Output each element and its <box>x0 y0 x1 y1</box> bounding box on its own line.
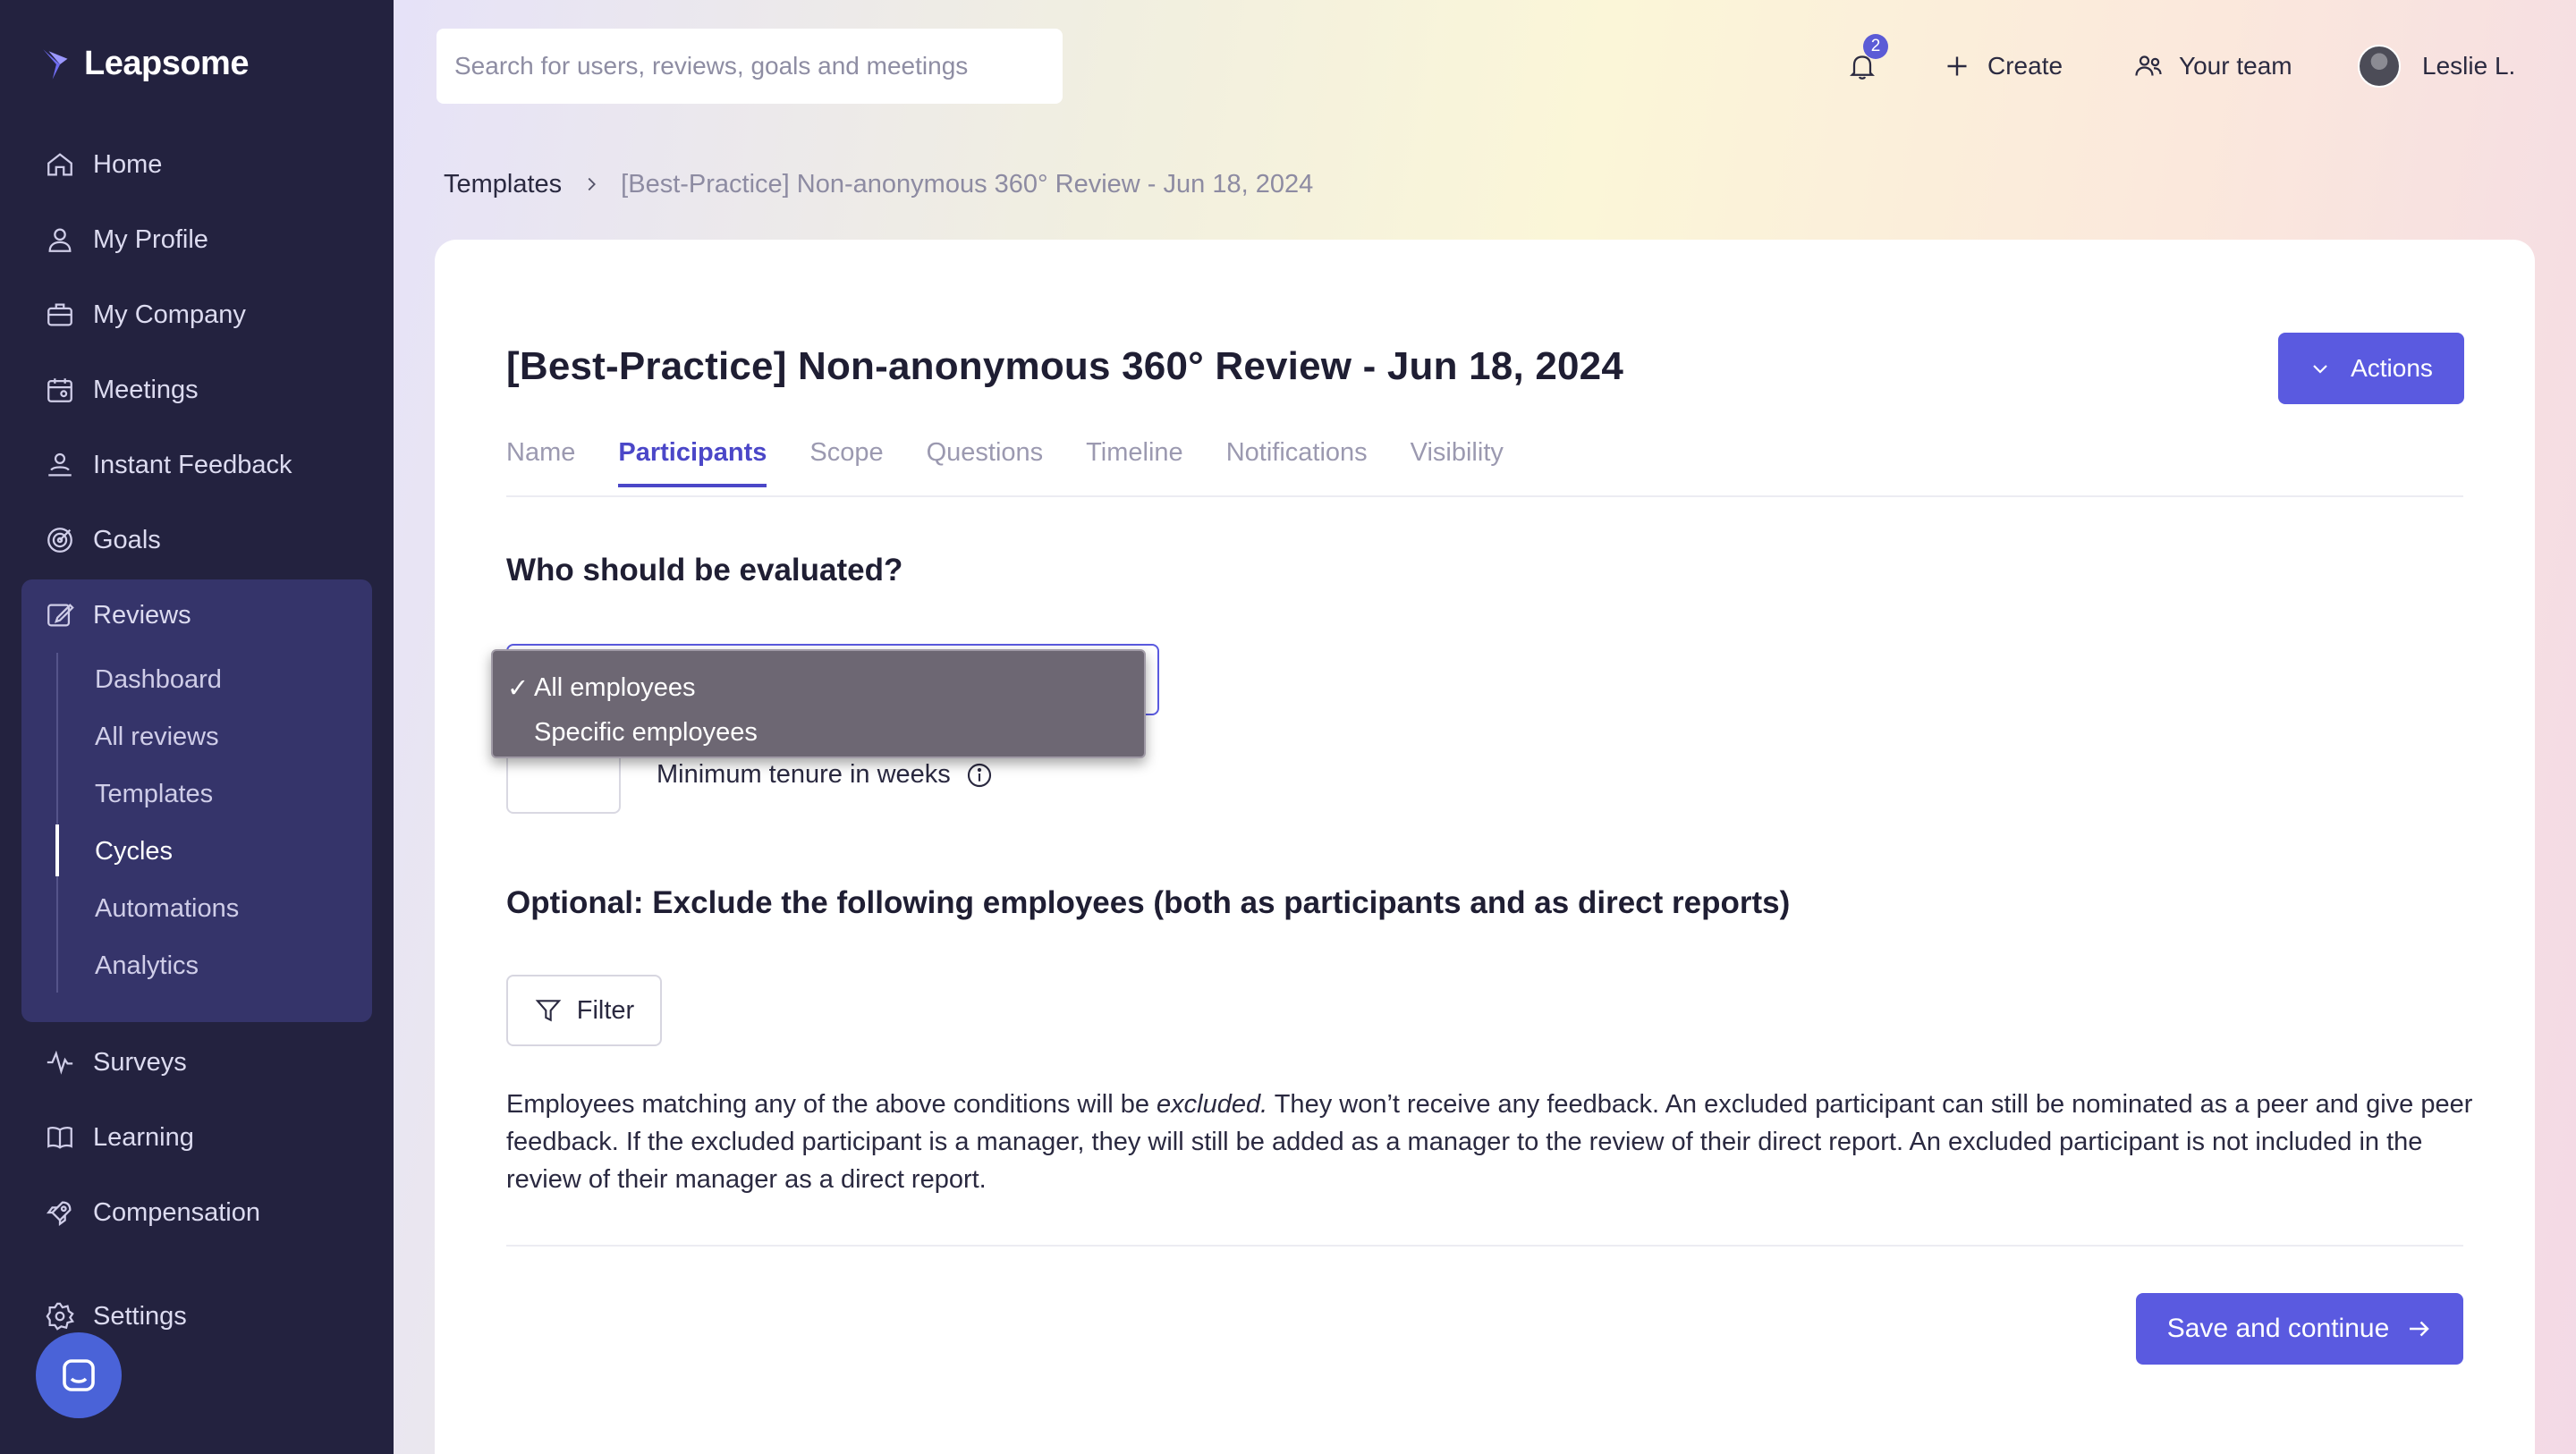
sidebar-item-surveys[interactable]: Surveys <box>21 1030 372 1095</box>
save-label: Save and continue <box>2166 1314 2390 1343</box>
tab-questions[interactable]: Questions <box>927 438 1044 487</box>
sidebar-item-label: Home <box>93 149 163 179</box>
avatar[interactable] <box>2358 45 2401 88</box>
content-card <box>435 240 2535 1454</box>
description-emphasis: excluded. <box>1157 1090 1268 1119</box>
sidebar-item-label: Compensation <box>93 1197 260 1227</box>
create-label: Create <box>1987 52 2063 80</box>
sidebar-item-label: My Profile <box>93 224 208 254</box>
sidebar-item-instant-feedback[interactable]: Instant Feedback <box>21 433 372 497</box>
tab-scope[interactable]: Scope <box>809 438 883 487</box>
info-icon[interactable] <box>965 761 994 790</box>
tab-participants[interactable]: Participants <box>618 438 767 487</box>
breadcrumb-templates-link[interactable]: Templates <box>444 170 562 199</box>
tab-visibility[interactable]: Visibility <box>1411 438 1504 487</box>
target-icon <box>47 528 72 553</box>
plus-icon <box>1947 56 1967 76</box>
sidebar-subitem-analytics[interactable]: Analytics <box>95 943 199 988</box>
exclude-title: Optional: Exclude the following employee… <box>506 885 1791 920</box>
save-and-continue-button[interactable]: Save and continue <box>2136 1293 2463 1365</box>
team-icon <box>2135 55 2162 76</box>
breadcrumb-current: [Best-Practice] Non-anonymous 360° Revie… <box>621 169 1314 199</box>
sidebar-item-label: Learning <box>93 1122 194 1152</box>
sidebar: Leapsome Home My Profile My Company Meet… <box>0 0 394 1454</box>
tab-timeline[interactable]: Timeline <box>1086 438 1183 487</box>
checkmark-icon: ✓ <box>507 673 530 703</box>
user-menu[interactable]: Leslie L. <box>2422 39 2515 93</box>
tabs-divider <box>506 495 2463 497</box>
briefcase-icon <box>47 303 72 326</box>
gear-icon <box>46 1302 75 1331</box>
support-chat-button[interactable] <box>36 1332 122 1418</box>
sidebar-item-label: Meetings <box>93 375 199 404</box>
rocket-icon <box>46 1201 72 1227</box>
tab-bar: Name Participants Scope Questions Timeli… <box>506 438 1504 487</box>
sidebar-item-my-company[interactable]: My Company <box>21 283 372 347</box>
dropdown-option-label: Specific employees <box>534 717 758 747</box>
sidebar-item-meetings[interactable]: Meetings <box>21 358 372 422</box>
book-icon <box>47 1127 72 1149</box>
sidebar-subitem-all-reviews[interactable]: All reviews <box>95 714 219 759</box>
create-button[interactable]: Create <box>1941 39 2063 93</box>
sidebar-subitem-dashboard[interactable]: Dashboard <box>95 657 222 702</box>
feedback-icon <box>48 452 72 477</box>
tenure-label: Minimum tenure in weeks <box>657 760 994 790</box>
brand-logo[interactable]: Leapsome <box>39 45 249 83</box>
chevron-right-icon <box>588 177 597 191</box>
dropdown-option-all-employees[interactable]: ✓ All employees <box>493 665 1144 710</box>
arrow-right-icon <box>2410 1321 2430 1337</box>
chat-icon <box>63 1359 95 1391</box>
calendar-icon <box>47 378 72 402</box>
sidebar-subitem-cycles[interactable]: Cycles <box>95 829 173 874</box>
active-indicator <box>55 824 59 876</box>
your-team-button[interactable]: Your team <box>2132 39 2292 93</box>
exclusion-description: Employees matching any of the above cond… <box>506 1086 2474 1198</box>
actions-button[interactable]: Actions <box>2278 333 2464 404</box>
dropdown-option-label: All employees <box>534 672 696 702</box>
sidebar-item-learning[interactable]: Learning <box>21 1105 372 1170</box>
tenure-label-text: Minimum tenure in weeks <box>657 760 951 789</box>
sidebar-item-reviews[interactable]: Reviews <box>21 583 372 647</box>
page-title: [Best-Practice] Non-anonymous 360° Revie… <box>506 344 1624 388</box>
pulse-icon <box>47 1050 73 1075</box>
actions-label: Actions <box>2351 354 2433 382</box>
sidebar-item-label: Reviews <box>93 600 191 630</box>
sidebar-item-label: Goals <box>93 525 161 554</box>
user-icon <box>48 228 72 252</box>
sidebar-item-label: Instant Feedback <box>93 450 292 479</box>
submenu-line <box>56 653 58 993</box>
home-icon <box>47 153 72 176</box>
sidebar-subitem-automations[interactable]: Automations <box>95 886 239 931</box>
footer-divider <box>506 1245 2463 1247</box>
brand-name: Leapsome <box>84 45 249 82</box>
description-before: Employees matching any of the above cond… <box>506 1090 1157 1119</box>
sidebar-item-label: Surveys <box>93 1047 187 1077</box>
tab-notifications[interactable]: Notifications <box>1226 438 1368 487</box>
user-name: Leslie L. <box>2422 52 2516 80</box>
tab-name[interactable]: Name <box>506 438 575 487</box>
sidebar-item-label: Settings <box>93 1301 187 1331</box>
filter-button[interactable]: Filter <box>506 975 662 1046</box>
sidebar-item-home[interactable]: Home <box>21 132 372 197</box>
sidebar-item-label: My Company <box>93 300 246 329</box>
sidebar-subitem-templates[interactable]: Templates <box>95 772 213 816</box>
sidebar-item-my-profile[interactable]: My Profile <box>21 207 372 272</box>
sidebar-item-compensation[interactable]: Compensation <box>21 1180 372 1245</box>
notification-badge: 2 <box>1863 34 1888 59</box>
filter-icon <box>535 1000 562 1022</box>
edit-icon <box>47 604 74 627</box>
your-team-label: Your team <box>2179 52 2292 80</box>
leapsome-logo-icon <box>43 48 68 80</box>
filter-label: Filter <box>576 995 635 1025</box>
breadcrumb: Templates [Best-Practice] Non-anonymous … <box>444 165 1313 204</box>
participants-dropdown-menu: ✓ All employees Specific employees <box>491 649 1146 758</box>
sidebar-item-goals[interactable]: Goals <box>21 508 372 572</box>
search-input[interactable]: Search for users, reviews, goals and mee… <box>436 29 1063 104</box>
chevron-down-icon <box>2313 365 2327 374</box>
evaluation-question: Who should be evaluated? <box>506 553 903 588</box>
dropdown-option-specific-employees[interactable]: Specific employees <box>493 710 1144 755</box>
